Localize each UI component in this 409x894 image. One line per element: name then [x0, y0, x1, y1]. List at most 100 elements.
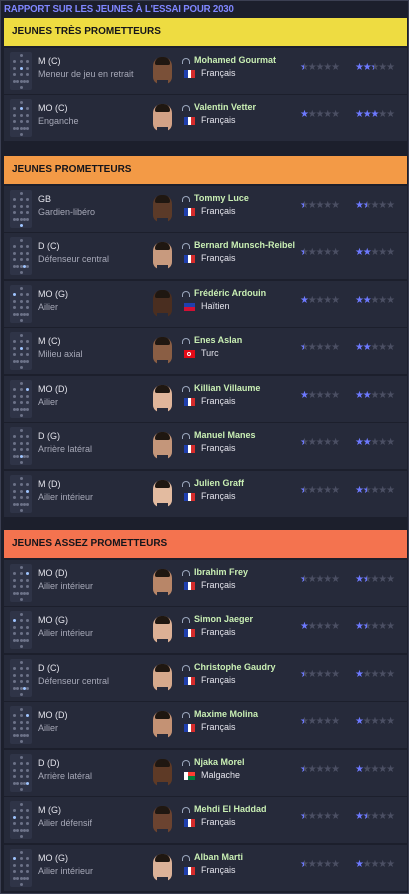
flag-fr-icon — [184, 676, 196, 685]
headset-icon — [182, 617, 190, 623]
player-role: Ailier défensif — [38, 818, 93, 828]
current-ability-star: ★ — [315, 621, 325, 632]
player-row[interactable]: D (D) Arrière latéral Njaka Morel Malgache ★… — [4, 749, 407, 796]
player-role: Meneur de jeu en retrait — [38, 68, 134, 79]
player-row[interactable]: MO (D) Ailier Killian Villaume Français ★★★★… — [4, 375, 407, 422]
player-name[interactable]: Ibrahim Frey — [194, 567, 296, 577]
player-face-icon[interactable] — [153, 758, 172, 786]
current-ability-star: ★ — [315, 294, 325, 306]
player-face-icon[interactable] — [153, 242, 172, 269]
flag-fr-icon — [184, 397, 196, 406]
player-face-icon[interactable] — [153, 432, 172, 459]
player-name[interactable]: Alban Marti — [194, 852, 296, 862]
position-pitch-icon — [10, 474, 32, 513]
player-face-icon[interactable] — [153, 568, 172, 596]
player-nationality: Français — [201, 205, 236, 216]
current-ability-star: ★ — [323, 294, 332, 306]
player-name[interactable]: Mohamed Gourmat — [194, 55, 296, 65]
potential-ability-star: ★ — [362, 294, 372, 306]
headset-icon — [182, 664, 190, 671]
potential-ability-stars: ★★★★★ — [355, 343, 395, 353]
potential-ability-star: ★ — [386, 763, 395, 775]
potential-ability-star: ★ — [386, 61, 395, 73]
player-row[interactable]: M (G) Ailier défensif Mehdi El Haddad Franç… — [4, 797, 407, 843]
player-face-icon[interactable] — [153, 479, 172, 507]
potential-ability-star: ★ — [362, 437, 372, 448]
potential-ability-stars: ★★★★★ — [355, 812, 395, 823]
player-name[interactable]: Christophe Gaudry — [194, 662, 296, 672]
player-nationality: Français — [201, 579, 236, 590]
player-face-icon[interactable] — [153, 194, 172, 222]
potential-ability-star: ★ — [355, 247, 364, 258]
headset-icon — [182, 807, 190, 813]
player-position: MO (G) — [38, 288, 68, 299]
potential-ability-stars: ★★★★★ — [355, 717, 395, 727]
current-ability-star: ★ — [300, 764, 309, 775]
player-face-icon[interactable] — [153, 806, 172, 833]
player-face-icon[interactable] — [153, 104, 172, 131]
player-name[interactable]: Simon Jaeger — [194, 614, 296, 624]
current-ability-star: ★ — [323, 573, 332, 585]
potential-ability-star: ★ — [355, 437, 364, 448]
player-face-icon[interactable] — [153, 289, 172, 317]
player-nationality: Français — [201, 253, 236, 263]
current-ability-stars: ★★★★★ — [300, 812, 340, 823]
section-header: JEUNES TRÈS PROMETTEURS — [4, 18, 407, 46]
player-row[interactable]: M (C) Meneur de jeu en retrait Mohamed Gou… — [4, 47, 407, 94]
player-row[interactable]: MO (D) Ailier Maxime Molina Français ★ ★★★★★ ★… — [4, 702, 407, 748]
player-name[interactable]: Bernard Munsch-Reibel — [194, 240, 296, 250]
potential-ability-stars: ★★★★★ — [355, 669, 395, 680]
player-nationality: Français — [201, 67, 236, 78]
player-name[interactable]: Killian Villaume — [194, 383, 296, 393]
player-name[interactable]: Valentin Vetter — [194, 102, 296, 112]
section-header: JEUNES PROMETTEURS — [4, 156, 407, 184]
player-name[interactable]: Njaka Morel — [194, 757, 296, 767]
player-row[interactable]: M (C) Milieu axial Enes Aslan Turc ★ ★★★★★ ★★★… — [4, 328, 407, 374]
player-position: D (C) — [38, 662, 60, 673]
headset-icon — [182, 433, 190, 439]
player-row[interactable]: MO (G) Ailier intérieur Simon Jaeger França… — [4, 607, 407, 653]
player-row[interactable]: GB Gardien-libéro Tommy Luce Français ★ ★★★★★… — [4, 185, 407, 232]
player-row[interactable]: M (D) Ailier intérieur Julien Graff Françai… — [4, 470, 407, 517]
player-row[interactable]: MO (G) Ailier intérieur Alban Marti Françai… — [4, 844, 407, 891]
player-face-icon[interactable] — [153, 711, 172, 738]
flag-fr-icon — [184, 207, 196, 216]
current-ability-star: ★ — [300, 389, 309, 401]
potential-ability-star: ★ — [362, 389, 372, 401]
player-row[interactable]: MO (C) Enganche Valentin Vetter Français ★★★… — [4, 95, 407, 141]
player-row[interactable]: D (G) Arrière latéral Manuel Manes Français… — [4, 423, 407, 469]
player-name[interactable]: Enes Aslan — [194, 335, 296, 345]
player-name[interactable]: Mehdi El Haddad — [194, 804, 296, 814]
flag-fr-icon — [184, 492, 196, 501]
section-header: JEUNES ASSEZ PROMETTEURS — [4, 530, 407, 558]
player-face-icon[interactable] — [153, 853, 172, 881]
current-ability-star: ★ — [323, 437, 332, 448]
player-role: Milieu axial — [38, 349, 83, 359]
player-nationality: Français — [201, 722, 236, 732]
player-face-icon[interactable] — [153, 56, 172, 84]
player-face-icon[interactable] — [153, 384, 172, 412]
player-nationality: Français — [201, 817, 236, 827]
player-name[interactable]: Tommy Luce — [194, 193, 296, 203]
player-row[interactable]: MO (G) Ailier Frédéric Ardouin Haïtien ★★★★★… — [4, 280, 407, 327]
player-row[interactable]: D (C) Défenseur central Christophe Gaudry F… — [4, 654, 407, 701]
player-role: Arrière latéral — [38, 444, 93, 454]
player-name[interactable]: Manuel Manes — [194, 430, 296, 440]
current-ability-star: ★ — [315, 668, 325, 680]
player-row[interactable]: MO (D) Ailier intérieur Ibrahim Frey França… — [4, 559, 407, 606]
player-name[interactable]: Frédéric Ardouin — [194, 288, 296, 298]
potential-ability-star: ★ — [370, 247, 380, 258]
current-ability-star: ★ — [323, 389, 332, 401]
headset-icon — [182, 712, 190, 718]
potential-ability-star: ★ — [370, 621, 380, 632]
player-name[interactable]: Julien Graff — [194, 478, 296, 488]
player-name[interactable]: Maxime Molina — [194, 709, 296, 719]
current-ability-star: ★ — [307, 247, 317, 258]
player-row[interactable]: D (C) Défenseur central Bernard Munsch-Rei… — [4, 233, 407, 279]
player-nationality: Français — [201, 490, 236, 501]
player-face-icon[interactable] — [153, 663, 172, 691]
player-face-icon[interactable] — [153, 337, 172, 364]
potential-ability-star: ★ — [355, 389, 364, 401]
player-face-icon[interactable] — [153, 616, 172, 643]
flag-fr-icon — [184, 117, 196, 125]
